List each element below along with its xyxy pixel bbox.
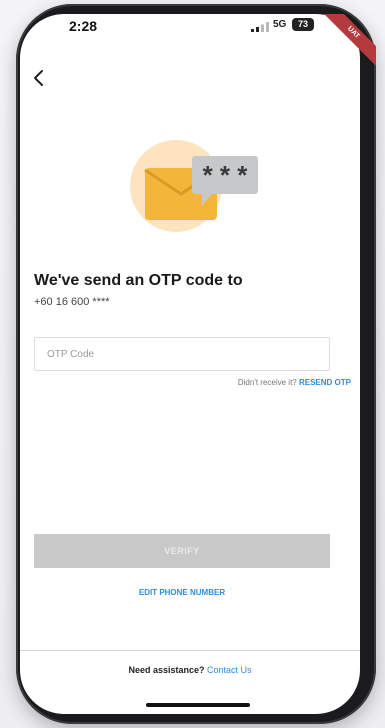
status-time: 2:28 xyxy=(69,18,98,34)
signal-icon xyxy=(251,22,269,32)
contact-us-link[interactable]: Contact Us xyxy=(207,665,252,675)
uat-ribbon-label: UAT xyxy=(316,14,376,70)
home-indicator xyxy=(146,703,250,707)
stage: 2:28 5G 73 UAT * * * We've send an OTP c… xyxy=(0,0,385,728)
footer-divider xyxy=(20,650,360,651)
page-title: We've send an OTP code to xyxy=(34,272,243,289)
verify-button[interactable]: VERIFY xyxy=(34,534,330,568)
chevron-left-icon[interactable] xyxy=(30,68,48,88)
resend-prompt: Didn't receive it? xyxy=(237,378,297,387)
resend-row: Didn't receive it? RESEND OTP xyxy=(238,378,351,387)
masked-password-text: * * * xyxy=(203,160,249,190)
envelope-password-icon: * * * xyxy=(130,140,258,232)
uat-ribbon: UAT xyxy=(306,14,376,84)
masked-phone-number: +60 16 600 **** xyxy=(34,296,110,308)
assistance-text: Need assistance? xyxy=(128,665,205,675)
assistance-row: Need assistance? Contact Us xyxy=(20,665,360,675)
resend-otp-link[interactable]: RESEND OTP xyxy=(299,378,351,387)
network-type: 5G xyxy=(273,19,287,30)
otp-code-input[interactable] xyxy=(34,337,330,371)
edit-phone-number-link[interactable]: EDIT PHONE NUMBER xyxy=(0,588,364,597)
